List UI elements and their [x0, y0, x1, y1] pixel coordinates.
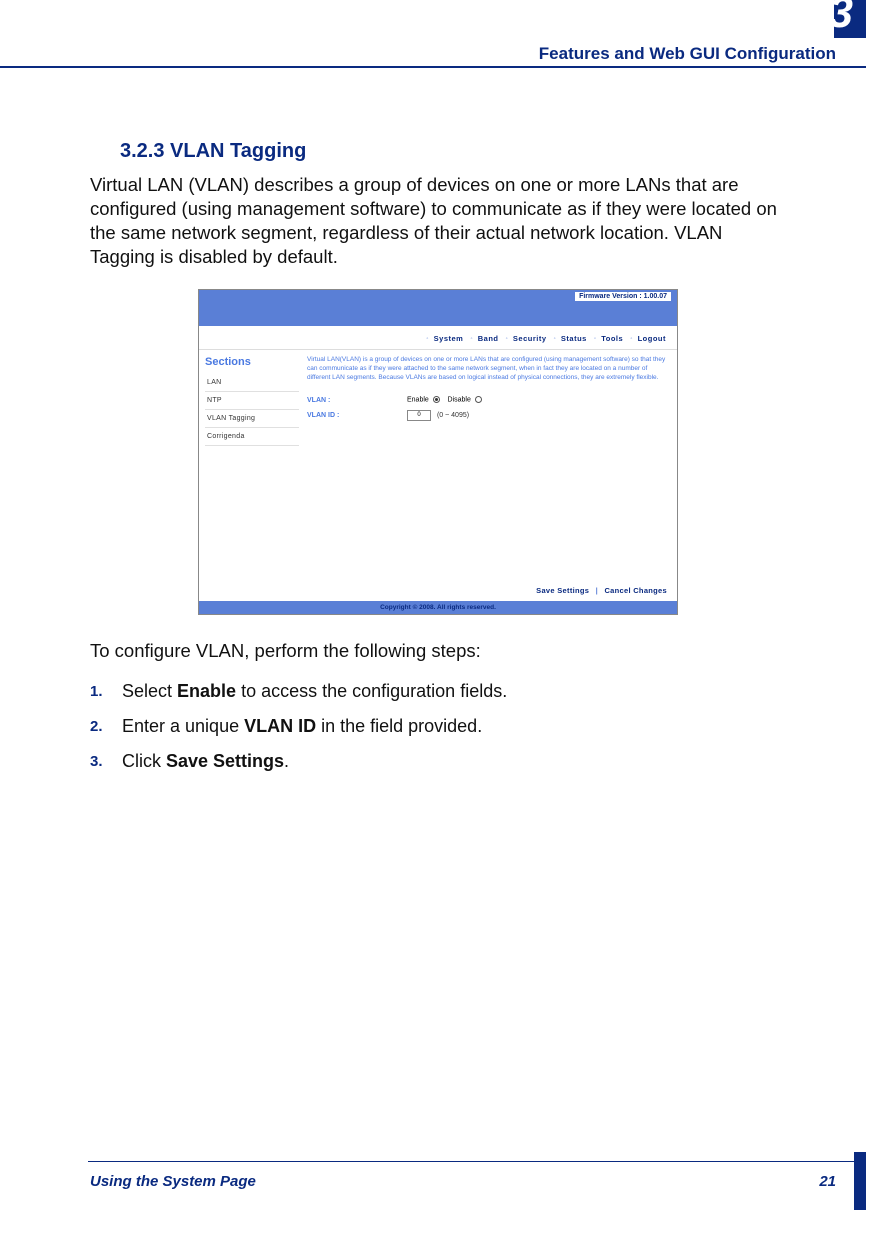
vlan-radio-group: Enable Disable [407, 396, 482, 403]
gui-banner: Firmware Version : 1.00.07 [199, 290, 677, 326]
gui-actions: Save Settings | Cancel Changes [199, 580, 677, 601]
gui-nav: ◦ System ◦ Band ◦ Security ◦ Status ◦ To… [199, 326, 677, 350]
embedded-gui-screenshot: Firmware Version : 1.00.07 ◦ System ◦ Ba… [198, 289, 678, 615]
step-text: Click Save Settings. [122, 751, 786, 772]
bottom-corner-block [854, 1152, 866, 1210]
section-heading: 3.2.3 VLAN Tagging [120, 140, 786, 163]
intro-text: Virtual LAN (VLAN) describes a group of … [90, 173, 786, 269]
step-bold: VLAN ID [244, 716, 316, 736]
nav-bullet-icon: ◦ [630, 336, 633, 342]
chapter-number: 3 [829, 0, 853, 38]
nav-bullet-icon: ◦ [471, 336, 474, 342]
vlanid-label: VLAN ID : [307, 412, 407, 419]
step-prefix: Click [122, 751, 166, 771]
gui-sidebar: Sections LAN NTP VLAN Tagging Corrigenda [199, 350, 299, 580]
nav-bullet-icon: ◦ [506, 336, 509, 342]
gui-footer: Copyright © 2008. All rights reserved. [199, 601, 677, 614]
cancel-changes-link[interactable]: Cancel Changes [604, 586, 667, 595]
step-suffix: . [284, 751, 289, 771]
footer-left: Using the System Page [90, 1173, 256, 1190]
nav-bullet-icon: ◦ [594, 336, 597, 342]
nav-bullet-icon: ◦ [426, 336, 429, 342]
page-content: 3.2.3 VLAN Tagging Virtual LAN (VLAN) de… [90, 140, 786, 786]
step-list: 1. Select Enable to access the configura… [90, 681, 786, 772]
vlanid-row: VLAN ID : 0 (0 ~ 4095) [307, 410, 669, 421]
vlanid-controls: 0 (0 ~ 4095) [407, 410, 469, 421]
step-prefix: Enter a unique [122, 716, 244, 736]
vlan-enable-radio[interactable] [433, 396, 440, 403]
nav-bullet-icon: ◦ [554, 336, 557, 342]
nav-band[interactable]: Band [478, 334, 499, 343]
vlanid-range: (0 ~ 4095) [437, 412, 469, 419]
step-number: 2. [90, 716, 122, 737]
vlan-row: VLAN : Enable Disable [307, 396, 669, 403]
vlan-label: VLAN : [307, 397, 407, 404]
step-suffix: in the field provided. [316, 716, 482, 736]
vlanid-input[interactable]: 0 [407, 410, 431, 421]
header-bar: Features and Web GUI Configuration [0, 38, 866, 68]
sidebar-item-ntp[interactable]: NTP [205, 392, 299, 410]
step-text: Select Enable to access the configuratio… [122, 681, 786, 702]
vlan-disable-radio[interactable] [475, 396, 482, 403]
nav-security[interactable]: Security [513, 334, 547, 343]
step-prefix: Select [122, 681, 177, 701]
page-footer: Using the System Page 21 [90, 1173, 836, 1190]
nav-system[interactable]: System [434, 334, 464, 343]
gui-description: Virtual LAN(VLAN) is a group of devices … [307, 356, 669, 382]
sidebar-item-corrigenda[interactable]: Corrigenda [205, 428, 299, 446]
step-bold: Save Settings [166, 751, 284, 771]
step-text: Enter a unique VLAN ID in the field prov… [122, 716, 786, 737]
action-divider: | [596, 586, 598, 595]
step-1: 1. Select Enable to access the configura… [90, 681, 786, 702]
vlan-enable-label: Enable [407, 397, 429, 404]
config-lead: To configure VLAN, perform the following… [90, 639, 786, 663]
vlan-disable-label: Disable [448, 397, 471, 404]
sidebar-item-lan[interactable]: LAN [205, 374, 299, 392]
nav-tools[interactable]: Tools [601, 334, 623, 343]
step-2: 2. Enter a unique VLAN ID in the field p… [90, 716, 786, 737]
step-number: 3. [90, 751, 122, 772]
step-number: 1. [90, 681, 122, 702]
step-3: 3. Click Save Settings. [90, 751, 786, 772]
firmware-version: Firmware Version : 1.00.07 [575, 292, 671, 301]
save-settings-link[interactable]: Save Settings [536, 586, 589, 595]
footer-rule [88, 1161, 854, 1162]
sidebar-item-vlan-tagging[interactable]: VLAN Tagging [205, 410, 299, 428]
step-bold: Enable [177, 681, 236, 701]
nav-logout[interactable]: Logout [638, 334, 666, 343]
gui-main: Virtual LAN(VLAN) is a group of devices … [299, 350, 677, 580]
footer-page-number: 21 [819, 1173, 836, 1190]
header-title: Features and Web GUI Configuration [539, 44, 836, 64]
sidebar-title: Sections [205, 356, 299, 368]
screenshot-container: Firmware Version : 1.00.07 ◦ System ◦ Ba… [90, 289, 786, 615]
step-suffix: to access the configuration fields. [236, 681, 507, 701]
gui-body: Sections LAN NTP VLAN Tagging Corrigenda… [199, 350, 677, 580]
nav-status[interactable]: Status [561, 334, 587, 343]
